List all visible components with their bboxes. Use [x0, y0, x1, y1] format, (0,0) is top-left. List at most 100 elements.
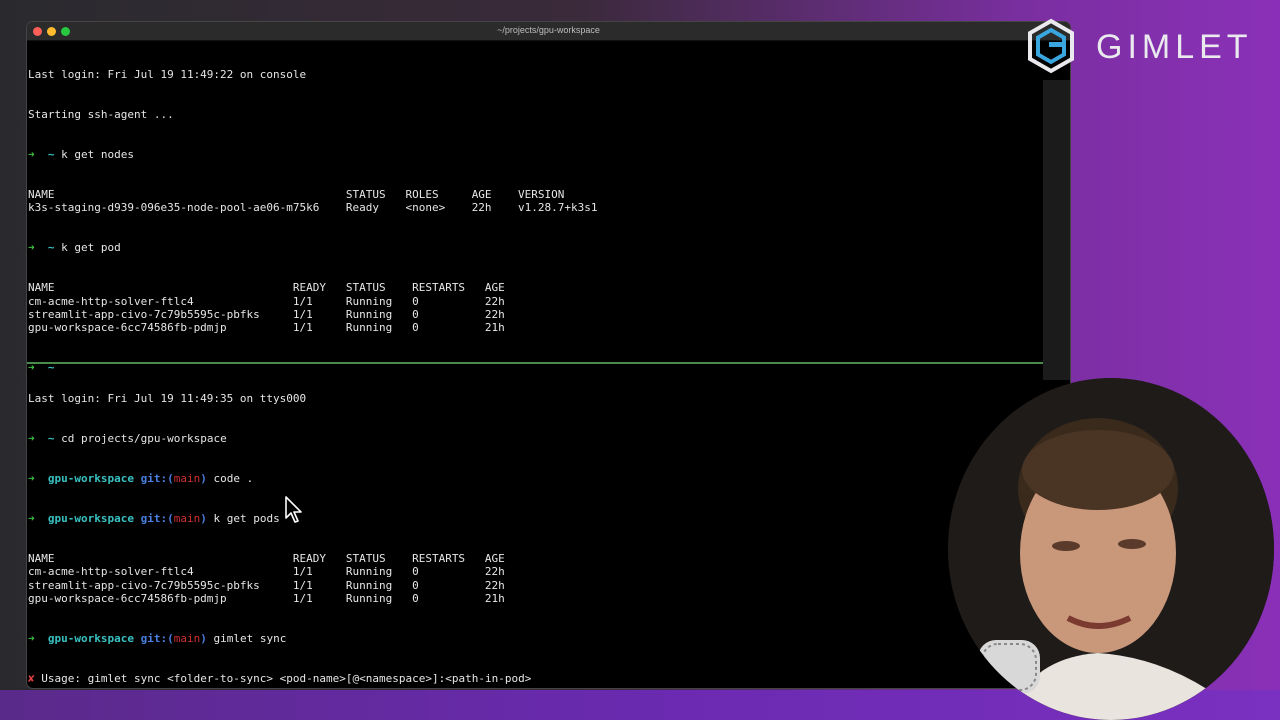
table-cell: 0: [412, 591, 419, 605]
table-cell: streamlit-app-civo-7c79b5595c-pbfks: [28, 307, 260, 321]
table-cell: cm-acme-http-solver-ftlc4: [28, 565, 194, 579]
window-title: ~/projects/gpu-workspace: [497, 25, 600, 35]
table-cell: 22h: [471, 201, 492, 215]
git-branch: main: [173, 471, 201, 485]
column-header: STATUS: [345, 281, 386, 295]
brand-name: GIMLET: [1096, 28, 1253, 66]
table-row: k3s-staging-d939-096e35-node-pool-ae06-m…: [28, 201, 1069, 214]
table-cell: 22h: [484, 565, 505, 579]
table-header: NAME READY STATUS RESTARTS AGE: [28, 281, 1069, 294]
nodes-table: NAME STATUS ROLES AGE VERSION k3s-staging-d93…: [28, 188, 1069, 215]
command-text: code .: [213, 471, 254, 485]
table-cell: Running: [345, 578, 393, 592]
prompt-cwd: gpu-workspace: [47, 471, 134, 485]
column-header: STATUS: [345, 187, 386, 201]
ssh-agent-line: Starting ssh-agent ...: [28, 107, 174, 121]
command-text: gimlet sync: [213, 631, 287, 645]
table-cell: 21h: [484, 591, 505, 605]
git-label: git:(: [140, 511, 174, 525]
column-header: RESTARTS: [412, 281, 466, 295]
presenter-avatar: [948, 378, 1274, 720]
prompt-arrow-icon: ➜: [28, 241, 35, 255]
table-cell: Running: [345, 307, 393, 321]
git-close: ): [200, 471, 207, 485]
column-header: AGE: [484, 551, 505, 565]
table-cell: 0: [412, 307, 419, 321]
table-cell: 1/1: [292, 578, 313, 592]
command-text: cd projects/gpu-workspace: [61, 431, 227, 445]
table-cell: Running: [345, 294, 393, 308]
git-label: git:(: [140, 471, 174, 485]
column-header: NAME: [28, 281, 55, 295]
table-row: gpu-workspace-6cc74586fb-pdmjp 1/1 Running…: [28, 321, 1069, 334]
table-cell: gpu-workspace-6cc74586fb-pdmjp: [28, 591, 227, 605]
table-cell: 0: [412, 294, 419, 308]
usage-text: Usage: gimlet sync <folder-to-sync> <pod…: [41, 671, 532, 685]
prompt-arrow-icon: ➜: [28, 147, 35, 161]
table-row: cm-acme-http-solver-ftlc4 1/1 Running 0 22h: [28, 565, 1069, 578]
last-login-line: Last login: Fri Jul 19 11:49:35 on ttys0…: [28, 391, 307, 405]
table-cell: 1/1: [292, 591, 313, 605]
pods-table: NAME READY STATUS RESTARTS AGE cm-acme-http-s…: [28, 552, 1069, 605]
column-header: READY: [292, 281, 327, 295]
window-titlebar[interactable]: ~/projects/gpu-workspace: [27, 22, 1070, 41]
table-row: cm-acme-http-solver-ftlc4 1/1 Running 0 22h: [28, 295, 1069, 308]
prompt-line: ➜ gpu-workspace git:(main) k get pods: [28, 512, 1069, 525]
column-header: AGE: [471, 187, 492, 201]
command-text: k get pod: [61, 241, 121, 255]
prompt-cwd: ~: [47, 431, 55, 445]
table-cell: 0: [412, 578, 419, 592]
column-header: AGE: [484, 281, 505, 295]
table-cell: Running: [345, 321, 393, 335]
table-cell: streamlit-app-civo-7c79b5595c-pbfks: [28, 578, 260, 592]
table-cell: 0: [412, 565, 419, 579]
table-row: gpu-workspace-6cc74586fb-pdmjp 1/1 Running…: [28, 592, 1069, 605]
table-header: NAME STATUS ROLES AGE VERSION: [28, 188, 1069, 201]
prompt-cwd: ~: [47, 241, 55, 255]
prompt-cwd: gpu-workspace: [47, 511, 134, 525]
background-window-edge: [1043, 80, 1070, 380]
table-header: NAME READY STATUS RESTARTS AGE: [28, 552, 1069, 565]
table-row: streamlit-app-civo-7c79b5595c-pbfks 1/1 Ru…: [28, 579, 1069, 592]
table-cell: 22h: [484, 578, 505, 592]
webcam-overlay: [948, 378, 1274, 720]
table-cell: 0: [412, 321, 419, 335]
pane-divider[interactable]: [27, 362, 1070, 364]
table-cell: 22h: [484, 307, 505, 321]
prompt-line: ➜ ~ cd projects/gpu-workspace: [28, 432, 1069, 445]
table-cell: 1/1: [292, 565, 313, 579]
prompt-cwd: ~: [47, 147, 55, 161]
table-row: streamlit-app-civo-7c79b5595c-pbfks 1/1 Ru…: [28, 308, 1069, 321]
table-cell: 21h: [484, 321, 505, 335]
table-cell: k3s-staging-d939-096e35-node-pool-ae06-m…: [28, 201, 320, 215]
column-header: STATUS: [345, 551, 386, 565]
terminal-window[interactable]: ~/projects/gpu-workspace Last login: Fri…: [27, 22, 1070, 688]
prompt-arrow-icon: ➜: [28, 631, 35, 645]
table-cell: cm-acme-http-solver-ftlc4: [28, 294, 194, 308]
terminal-pane-bottom[interactable]: Last login: Fri Jul 19 11:49:35 on ttys0…: [27, 365, 1070, 685]
table-cell: Running: [345, 565, 393, 579]
prompt-arrow-icon: ➜: [28, 471, 35, 485]
prompt-line: ➜ gpu-workspace git:(main) code .: [28, 472, 1069, 485]
command-text: k get pods: [213, 511, 280, 525]
error-line: ✘ Usage: gimlet sync <folder-to-sync> <p…: [28, 672, 1069, 685]
table-cell: Running: [345, 591, 393, 605]
prompt-line: ➜ ~ k get pod: [28, 241, 1069, 254]
git-label: git:(: [140, 631, 174, 645]
prompt-cwd: gpu-workspace: [47, 631, 134, 645]
git-branch: main: [173, 631, 201, 645]
prompt-line: ➜ ~ k get nodes: [28, 148, 1069, 161]
prompt-line: ➜ gpu-workspace git:(main) gimlet sync: [28, 632, 1069, 645]
table-cell: <none>: [405, 201, 446, 215]
table-cell: 1/1: [292, 321, 313, 335]
command-text: k get nodes: [61, 147, 134, 161]
column-header: NAME: [28, 187, 55, 201]
column-header: RESTARTS: [412, 551, 466, 565]
terminal-pane-top[interactable]: Last login: Fri Jul 19 11:49:22 on conso…: [27, 41, 1070, 375]
prompt-arrow-icon: ➜: [28, 511, 35, 525]
git-close: ): [200, 631, 207, 645]
table-cell: 22h: [484, 294, 505, 308]
column-header: VERSION: [518, 187, 565, 201]
table-cell: v1.28.7+k3s1: [518, 201, 598, 215]
git-branch: main: [173, 511, 201, 525]
